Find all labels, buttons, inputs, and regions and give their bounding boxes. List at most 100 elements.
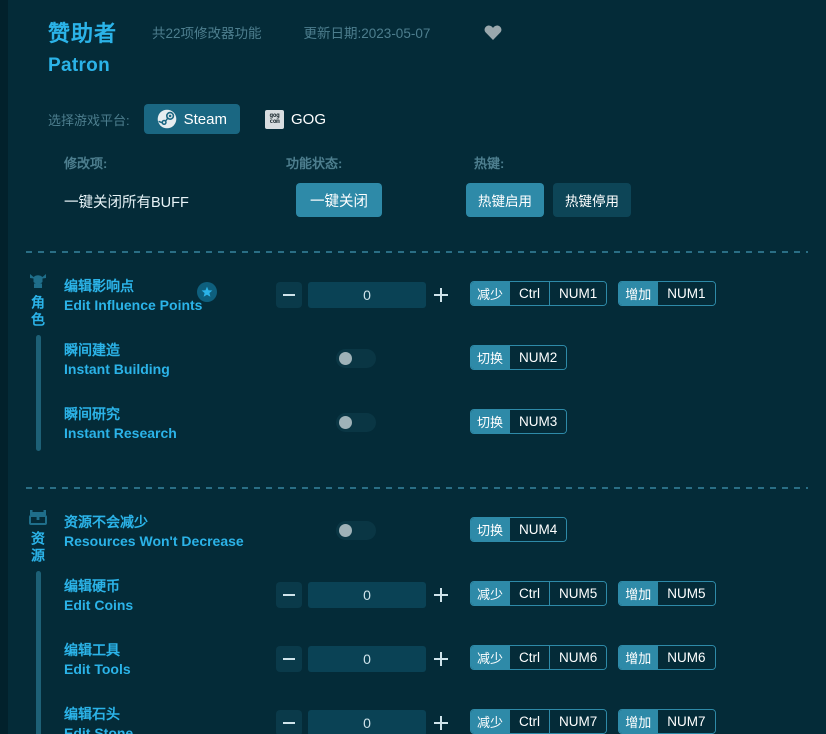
value-input[interactable]: 0 bbox=[308, 710, 426, 734]
hotkey-key: Ctrl bbox=[509, 582, 549, 605]
decrement-button[interactable] bbox=[276, 282, 302, 308]
hotkey-key: NUM6 bbox=[549, 646, 606, 669]
hotkey-key: NUM4 bbox=[509, 518, 566, 541]
hotkey-key: NUM7 bbox=[549, 710, 606, 733]
modifier-names: 资源不会减少Resources Won't Decrease bbox=[64, 513, 244, 551]
close-all-buffs-button[interactable]: 一键关闭 bbox=[296, 183, 382, 217]
hotkey-key: NUM7 bbox=[657, 710, 714, 733]
hotkey-key: NUM6 bbox=[657, 646, 714, 669]
platform-option-steam-label: Steam bbox=[184, 111, 227, 128]
hotkey-binding[interactable]: 增加NUM1 bbox=[618, 281, 715, 306]
header-top-row: 赞助者 共22项修改器功能 更新日期:2023-05-07 bbox=[48, 16, 826, 48]
hotkey-action-label: 切换 bbox=[471, 518, 509, 541]
modifier-row: 编辑影响点Edit Influence Points0减少CtrlNUM1增加N… bbox=[64, 269, 826, 333]
hotkey-key: NUM1 bbox=[549, 282, 606, 305]
modifier-name-en: Edit Stone bbox=[64, 724, 133, 734]
value-input[interactable]: 0 bbox=[308, 282, 426, 308]
hotkey-binding[interactable]: 减少CtrlNUM1 bbox=[470, 281, 607, 306]
header: 赞助者 共22项修改器功能 更新日期:2023-05-07 Patron bbox=[8, 0, 826, 77]
hotkey-action-label: 增加 bbox=[619, 582, 657, 605]
modifier-name-cn: 编辑石头 bbox=[64, 705, 133, 724]
platform-option-gog[interactable]: gogcom GOG bbox=[252, 104, 339, 134]
hotkey-binding[interactable]: 切换NUM3 bbox=[470, 409, 567, 434]
gog-icon: gogcom bbox=[265, 110, 284, 129]
platform-label: 选择游戏平台: bbox=[48, 110, 130, 129]
hotkey-action-label: 减少 bbox=[471, 282, 509, 305]
section-accent-bar bbox=[36, 335, 41, 451]
increment-button[interactable] bbox=[432, 710, 450, 734]
modifier-names: 编辑影响点Edit Influence Points bbox=[64, 277, 202, 315]
hotkey-group: 切换NUM2 bbox=[470, 345, 567, 370]
column-header-hotkey: 热键: bbox=[474, 153, 504, 172]
section-label: 资源 bbox=[28, 531, 48, 565]
increment-button[interactable] bbox=[432, 282, 450, 308]
hotkey-binding[interactable]: 减少CtrlNUM7 bbox=[470, 709, 607, 734]
column-header-state: 功能状态: bbox=[286, 153, 342, 172]
toggle-knob bbox=[339, 416, 352, 429]
steam-icon bbox=[157, 109, 177, 129]
hotkey-enable-button[interactable]: 热键启用 bbox=[466, 183, 544, 217]
increment-button[interactable] bbox=[432, 646, 450, 672]
hotkey-binding[interactable]: 切换NUM2 bbox=[470, 345, 567, 370]
helmet-icon bbox=[27, 269, 49, 293]
feature-toggle[interactable] bbox=[336, 413, 376, 432]
value-stepper: 0 bbox=[276, 282, 450, 308]
section-rows: 编辑影响点Edit Influence Points0减少CtrlNUM1增加N… bbox=[64, 269, 826, 461]
hotkey-action-label: 切换 bbox=[471, 346, 509, 369]
hotkey-disable-button[interactable]: 热键停用 bbox=[553, 183, 631, 217]
hotkey-action-label: 减少 bbox=[471, 582, 509, 605]
platform-option-steam[interactable]: Steam bbox=[144, 104, 240, 134]
hotkey-binding[interactable]: 增加NUM7 bbox=[618, 709, 715, 734]
hotkey-key: Ctrl bbox=[509, 710, 549, 733]
section-label: 角色 bbox=[28, 295, 48, 329]
hotkey-binding[interactable]: 增加NUM5 bbox=[618, 581, 715, 606]
value-stepper: 0 bbox=[276, 582, 450, 608]
value-input[interactable]: 0 bbox=[308, 646, 426, 672]
hotkey-key: Ctrl bbox=[509, 282, 549, 305]
modifier-row: 瞬间建造Instant Building切换NUM2 bbox=[64, 333, 826, 397]
hotkey-key: NUM1 bbox=[657, 282, 714, 305]
hotkey-group: 减少CtrlNUM6增加NUM6 bbox=[470, 645, 716, 670]
value-input[interactable]: 0 bbox=[308, 582, 426, 608]
feature-toggle[interactable] bbox=[336, 521, 376, 540]
feature-toggle[interactable] bbox=[336, 349, 376, 368]
hotkey-key: NUM3 bbox=[509, 410, 566, 433]
hotkey-binding[interactable]: 减少CtrlNUM6 bbox=[470, 645, 607, 670]
platform-option-gog-label: GOG bbox=[291, 111, 326, 128]
modifier-row: 资源不会减少Resources Won't Decrease 切换NUM4 bbox=[64, 505, 826, 569]
modifier-name-en: Resources Won't Decrease bbox=[64, 532, 244, 551]
hotkey-key: NUM2 bbox=[509, 346, 566, 369]
hotkey-group: 减少CtrlNUM1增加NUM1 bbox=[470, 281, 716, 306]
section: 角色编辑影响点Edit Influence Points0减少CtrlNUM1增… bbox=[8, 253, 826, 465]
modifier-row: 编辑工具Edit Tools0减少CtrlNUM6增加NUM6 bbox=[64, 633, 826, 697]
toggle-knob bbox=[339, 352, 352, 365]
feature-count: 共22项修改器功能 bbox=[152, 22, 262, 42]
toggle-knob bbox=[339, 524, 352, 537]
decrement-button[interactable] bbox=[276, 710, 302, 734]
hotkey-binding[interactable]: 减少CtrlNUM5 bbox=[470, 581, 607, 606]
column-headers: 修改项: 功能状态: 热键: bbox=[8, 153, 826, 179]
hotkey-action-label: 增加 bbox=[619, 646, 657, 669]
heart-icon[interactable] bbox=[484, 24, 502, 41]
decrement-button[interactable] bbox=[276, 646, 302, 672]
hotkey-key: Ctrl bbox=[509, 646, 549, 669]
platform-selector: 选择游戏平台: Steam gogcom GOG bbox=[48, 103, 826, 135]
decrement-button[interactable] bbox=[276, 582, 302, 608]
section-gutter: 资源 bbox=[22, 505, 54, 734]
hotkey-group: 减少CtrlNUM5增加NUM5 bbox=[470, 581, 716, 606]
hotkey-binding[interactable]: 切换NUM4 bbox=[470, 517, 567, 542]
modifier-name-cn: 编辑硬币 bbox=[64, 577, 133, 596]
app-content: 赞助者 共22项修改器功能 更新日期:2023-05-07 Patron 选择游… bbox=[8, 0, 826, 734]
column-header-modifier: 修改项: bbox=[64, 153, 107, 172]
increment-button[interactable] bbox=[432, 582, 450, 608]
modifier-name-en: Instant Research bbox=[64, 424, 177, 443]
chest-icon bbox=[27, 505, 49, 529]
modifier-row: 瞬间研究Instant Research切换NUM3 bbox=[64, 397, 826, 461]
hotkey-binding[interactable]: 增加NUM6 bbox=[618, 645, 715, 670]
hotkey-action-label: 减少 bbox=[471, 710, 509, 733]
hotkey-group: 切换NUM4 bbox=[470, 517, 567, 542]
hotkey-action-label: 增加 bbox=[619, 282, 657, 305]
value-stepper: 0 bbox=[276, 646, 450, 672]
section: 资源资源不会减少Resources Won't Decrease 切换NUM4 编辑… bbox=[8, 489, 826, 734]
hotkey-key: NUM5 bbox=[549, 582, 606, 605]
